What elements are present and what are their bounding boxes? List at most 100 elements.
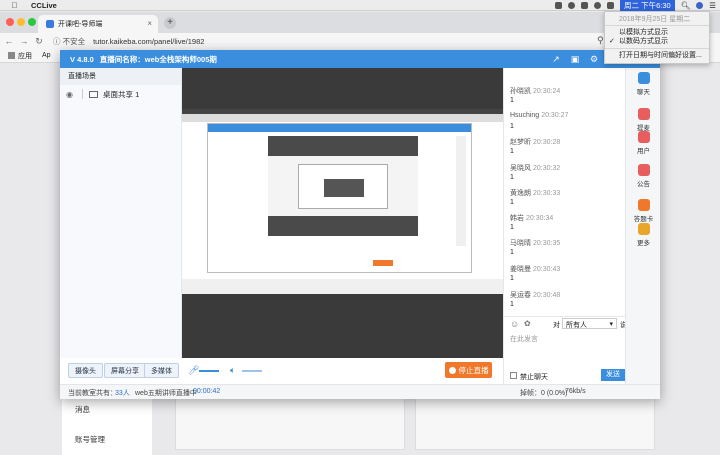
scene-item-desktop-share[interactable]: ◉ 桌面共享 1 — [60, 85, 181, 103]
menu-separator — [605, 48, 709, 49]
chat-toolbar: ☺ ✿ 对 所有人▾ 说: — [504, 316, 629, 330]
nested-browser-bar — [182, 114, 503, 122]
chat-tab[interactable]: 聊天 — [626, 72, 661, 98]
chat-msg-author: 黄逸朗 20:30:33 — [510, 190, 561, 197]
scene-item-label: 桌面共享 1 — [103, 89, 140, 99]
recursive-window — [298, 164, 388, 209]
security-indicator[interactable]: ⓘ 不安全 — [53, 36, 85, 47]
app-name-menu[interactable]: CCLive — [31, 1, 57, 10]
forward-icon[interactable]: → — [18, 36, 30, 46]
window-icon[interactable]: ▣ — [570, 54, 580, 64]
ban-chat-label: 禁止聊天 — [520, 374, 548, 381]
eye-icon[interactable]: ◉ — [66, 90, 76, 99]
camera-button[interactable]: 摄像头 — [68, 363, 103, 378]
chat-msg-text: 1 — [510, 249, 514, 256]
nested-video — [268, 136, 418, 236]
room-title: 直播间名称：web全栈架构师005期 — [99, 54, 217, 64]
chat-msg-author: 吴晓风 20:30:32 — [510, 165, 561, 172]
more-tab[interactable]: 更多 — [626, 223, 661, 249]
send-button[interactable]: 发送 — [601, 369, 625, 381]
browser-tab[interactable]: 开课吧-导师端 × — [38, 15, 158, 33]
share-icon[interactable]: ↗ — [551, 54, 561, 64]
clock-option-preferences[interactable]: 打开日期与时间偏好设置... — [605, 51, 709, 60]
chat-msg-author: 吴运春 20:30:48 — [510, 292, 561, 299]
speaker-volume-slider[interactable] — [242, 370, 262, 372]
sidebar-item-messages[interactable]: 消息 — [62, 395, 152, 425]
clock-option-digital[interactable]: ✓ 以数码方式显示 — [605, 37, 709, 46]
viewer-count-label: 当前教室共有： — [68, 390, 117, 397]
stop-live-button[interactable]: 停止直播 — [445, 362, 492, 378]
screen-share-button[interactable]: 屏幕分享 — [104, 363, 146, 378]
notification-center-icon[interactable]: ☰ — [709, 1, 716, 10]
clock-date: 2018年9月25日 星期二 — [619, 16, 691, 23]
menubar-clock[interactable]: 周二 下午6:30 — [620, 0, 675, 11]
multimedia-button[interactable]: 多媒体 — [144, 363, 179, 378]
chat-msg-author: 姜晓曼 20:30:43 — [510, 266, 561, 273]
new-tab-button[interactable]: + — [164, 17, 176, 29]
chat-target-label: 对 — [553, 322, 560, 329]
more-icon — [637, 223, 650, 235]
speaker-icon[interactable]: 🔈︎ — [230, 365, 235, 376]
live-header: V 4.8.0 直播间名称：web全栈架构师005期 ↗ ▣ ⚙ ☰ — [60, 50, 660, 68]
announcement-icon — [637, 164, 650, 176]
url-field[interactable]: tutor.kaikeba.com/panel/live/1982 — [93, 37, 204, 46]
checkmark-icon: ✓ — [609, 38, 615, 45]
chat-bottom-bar: 禁止聊天 发送 — [504, 368, 626, 384]
menu-tray: 周二 下午6:30 🔍︎ ☰ — [555, 0, 716, 11]
chat-msg-text: 1 — [510, 148, 514, 155]
tray-icon[interactable] — [568, 2, 576, 9]
reload-icon[interactable]: ↻ — [33, 36, 45, 47]
minimize-window-button[interactable] — [17, 18, 25, 26]
gear-icon[interactable]: ⚙ — [589, 54, 599, 64]
recursive-video — [324, 179, 364, 197]
apple-icon[interactable]:  — [10, 1, 19, 10]
chat-input[interactable]: 在此发言 — [504, 330, 626, 366]
bitrate: 76kb/s — [565, 388, 586, 395]
chat-msg-text: 1 — [510, 301, 514, 308]
chat-msg-text: 1 — [510, 123, 514, 130]
emoji-icon[interactable]: ☺ — [510, 319, 519, 329]
mac-menu-bar:  CCLive 周二 下午6:30 🔍︎ ☰ — [0, 0, 720, 11]
microphone-icon[interactable]: 🎤︎ — [188, 365, 199, 376]
clock-option-analog[interactable]: 以模拟方式显示 — [605, 28, 709, 37]
bookmark-item[interactable]: Ap — [42, 52, 51, 59]
chat-msg-author: 孙晓凯 20:30:24 — [510, 88, 561, 95]
siri-icon[interactable] — [696, 2, 704, 9]
wifi-icon[interactable] — [594, 2, 602, 9]
monitor-icon — [89, 90, 98, 98]
chat-msg-text: 1 — [510, 199, 514, 206]
tab-title: 开课吧-导师端 — [58, 21, 103, 28]
nested-page-footer — [182, 279, 503, 294]
scene-panel-title: 直播场景 — [60, 68, 181, 85]
video-preview — [182, 68, 503, 358]
nested-live-window — [207, 123, 472, 273]
divider — [82, 89, 83, 99]
close-tab-icon[interactable]: × — [147, 19, 152, 28]
content-card — [415, 398, 655, 450]
apps-grid-icon — [8, 52, 15, 59]
answer-card-tab[interactable]: 答题卡 — [626, 199, 661, 225]
battery-icon[interactable] — [607, 2, 615, 9]
zoom-window-button[interactable] — [28, 18, 36, 26]
course-status: web五期讲师直播中 — [135, 390, 197, 397]
chat-message-list: 孙晓凯 20:30:24 1 Hsuching 20:30:27 1 赵梦昕 20:3… — [504, 68, 626, 316]
nested-right-bar — [456, 136, 466, 246]
chat-target-select[interactable]: 所有人 ▾ — [562, 318, 617, 329]
spotlight-icon[interactable]: 🔍︎ — [681, 1, 691, 10]
tray-icon[interactable] — [581, 2, 589, 9]
users-tab[interactable]: 用户 — [626, 131, 661, 157]
announcement-tab[interactable]: 公告 — [626, 164, 661, 190]
close-window-button[interactable] — [6, 18, 14, 26]
key-icon[interactable]: ⚲ — [597, 35, 604, 46]
ban-chat-checkbox[interactable] — [510, 372, 517, 379]
back-icon[interactable]: ← — [3, 36, 15, 46]
flower-icon[interactable]: ✿ — [524, 319, 531, 328]
nested-header — [208, 124, 471, 132]
sidebar-item-account[interactable]: 账号管理 — [62, 425, 152, 455]
bookmark-apps[interactable]: 应用 — [18, 51, 32, 61]
clock-dropdown-menu: 2018年9月25日 星期二 以模拟方式显示 ✓ 以数码方式显示 打开日期与时间偏… — [604, 11, 710, 64]
microphone-volume-slider[interactable] — [199, 370, 219, 372]
tray-icon[interactable] — [555, 2, 563, 9]
chat-msg-author: 赵梦昕 20:30:28 — [510, 139, 561, 146]
live-duration: 00:00:42 — [193, 388, 221, 395]
